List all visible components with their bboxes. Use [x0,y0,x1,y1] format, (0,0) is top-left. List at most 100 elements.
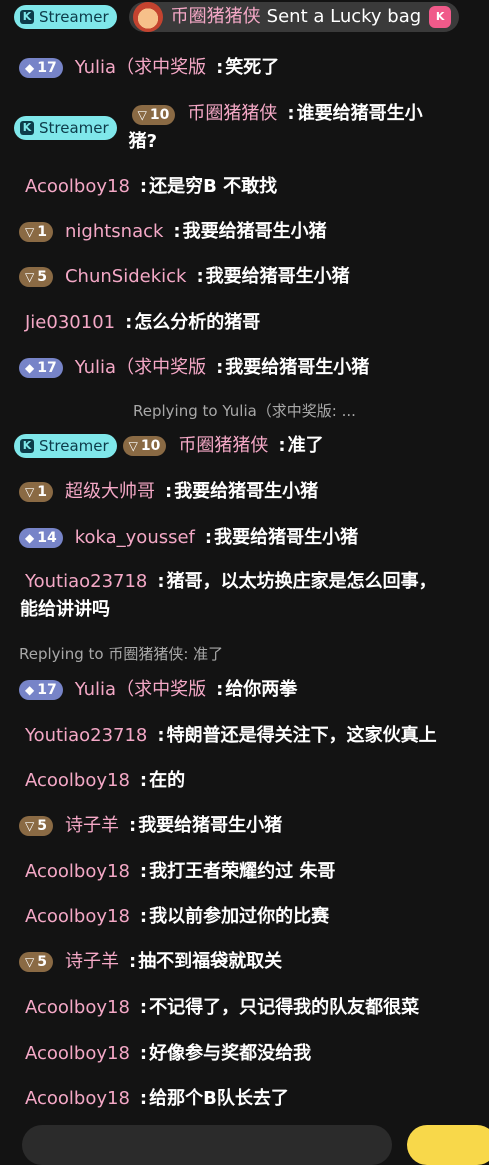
streamer-k-icon: K [20,439,34,453]
username[interactable]: 诗子羊 [65,948,119,976]
reply-context: Replying to Yulia（求中奖版: ... [0,400,489,422]
chat-feed: K Streamer 币圈猪猪侠 Sent a Lucky bag K ◆ 17 … [0,0,489,1143]
username[interactable]: 币圈猪猪侠 [178,432,268,460]
chat-message: Acoolboy18 : 在的 [0,767,489,795]
username[interactable]: Acoolboy18 [25,1040,130,1068]
username[interactable]: Acoolboy18 [25,173,130,201]
username[interactable]: Acoolboy18 [25,994,130,1022]
diamond-icon: ◆ [25,683,35,697]
message-text: 谁要给猪哥生小 [296,103,423,124]
diamond-icon: ◆ [25,361,35,375]
chat-message: ▽ 5 诗子羊 : 我要给猪哥生小猪 [0,812,489,840]
level-badge: ◆ 17 [19,358,63,378]
chat-message: ◆ 17 Yulia（求中奖版 : 我要给猪哥生小猪 [0,354,489,382]
streamer-label: Streamer [39,119,109,137]
chat-message: K Streamer ▽ 10 币圈猪猪侠 : 准了 [0,432,489,460]
chat-message: ▽ 5 ChunSidekick : 我要给猪哥生小猪 [0,263,489,291]
chat-message: ▽ 1 超级大帅哥 : 我要给猪哥生小猪 [0,478,489,506]
message-text: 特朗普还是得关注下，这家伙真上 [166,725,437,746]
chat-message: ◆ 17 Yulia（求中奖版 : 笑死了 [0,54,489,82]
lucky-bag-text: Sent a Lucky bag [266,6,422,27]
username[interactable]: Acoolboy18 [25,903,130,931]
message-text: 怎么分析的猪哥 [134,312,261,333]
username[interactable]: 币圈猪猪侠 [171,3,261,31]
reply-context: Replying to 币圈猪猪侠: 准了 [0,643,489,665]
diamond-icon: ◆ [25,61,35,75]
message-text: 笑死了 [225,57,280,78]
level-badge: ◆ 17 [19,680,63,700]
triangle-gem-icon: ▽ [137,108,147,122]
message-text: 准了 [287,435,324,456]
lucky-bag-pill[interactable]: 币圈猪猪侠 Sent a Lucky bag K [128,2,460,32]
chat-message: Jie030101 : 怎么分析的猪哥 [0,309,489,337]
chat-message: Acoolboy18 : 给那个B队长去了 [0,1085,489,1113]
lucky-bag-icon[interactable]: K [429,6,452,28]
streamer-badge: K Streamer [14,116,117,140]
chat-message: Acoolboy18 : 不记得了，只记得我的队友都很菜 [0,994,489,1022]
message-text: 好像参与奖都没给我 [149,1043,312,1064]
streamer-label: Streamer [39,8,109,26]
username[interactable]: 诗子羊 [65,812,119,840]
lucky-bag-message: K Streamer 币圈猪猪侠 Sent a Lucky bag K [0,2,489,32]
username[interactable]: Yulia（求中奖版 [75,54,206,82]
level-badge: ▽ 5 [19,267,53,287]
triangle-gem-icon: ▽ [25,955,35,969]
username[interactable]: nightsnack [65,218,163,246]
reply-text[interactable]: Replying to Yulia（求中奖版: ... [133,397,356,425]
username[interactable]: Youtiao23718 [25,571,147,592]
reply-text[interactable]: Replying to 币圈猪猪侠: 准了 [19,640,223,668]
triangle-gem-icon: ▽ [25,485,35,499]
streamer-label: Streamer [39,437,109,455]
chat-message: Acoolboy18 : 我以前参加过你的比赛 [0,903,489,931]
message-text: 在的 [149,770,186,791]
chat-message: ▽ 5 诗子羊 : 抽不到福袋就取关 [0,948,489,976]
diamond-icon: ◆ [25,531,35,545]
username[interactable]: Youtiao23718 [25,722,147,750]
message-text: 不记得了，只记得我的队友都很菜 [149,997,420,1018]
message-text: 抽不到福袋就取关 [138,951,283,972]
message-text: 我要给猪哥生小猪 [205,266,350,287]
chat-message: ◆ 17 Yulia（求中奖版 : 给你两拳 [0,676,489,704]
level-badge: ▽ 10 [131,105,176,125]
triangle-gem-icon: ▽ [25,225,35,239]
level-badge: ▽ 5 [19,952,53,972]
username[interactable]: Yulia（求中奖版 [75,354,206,382]
message-text: 我要给猪哥生小猪 [225,357,370,378]
chat-message: ◆ 14 koka_youssef : 我要给猪哥生小猪 [0,524,489,552]
chat-message: Acoolboy18 : 好像参与奖都没给我 [0,1040,489,1068]
message-text-continued: 猪? [128,131,158,152]
message-text-continued: 能给讲讲吗 [20,599,110,620]
level-badge: ▽ 10 [122,436,167,456]
chat-message: Acoolboy18 : 我打王者荣耀约过 朱哥 [0,858,489,886]
username[interactable]: Yulia（求中奖版 [75,676,206,704]
streamer-badge: K Streamer [14,5,117,29]
level-badge: ◆ 14 [19,528,63,548]
message-text: 给你两拳 [225,679,298,700]
level-badge: ▽ 5 [19,816,53,836]
chat-input[interactable] [22,1125,392,1165]
message-text: 我要给猪哥生小猪 [138,815,283,836]
username[interactable]: Jie030101 [25,309,115,337]
username[interactable]: 超级大帅哥 [65,478,155,506]
username[interactable]: koka_youssef [75,524,195,552]
username[interactable]: Acoolboy18 [25,1085,130,1113]
pig-avatar-icon [132,2,163,32]
triangle-gem-icon: ▽ [128,439,138,453]
chat-message: K Streamer ▽ 10 币圈猪猪侠: 谁要给猪哥生小 猪? [0,100,489,156]
username[interactable]: ChunSidekick [65,263,186,291]
send-button[interactable] [407,1125,489,1165]
level-badge: ◆ 17 [19,58,63,78]
username[interactable]: 币圈猪猪侠 [187,103,277,124]
chat-message: Acoolboy18 : 还是穷B 不敢找 [0,173,489,201]
message-text: 我要给猪哥生小猪 [182,221,327,242]
streamer-k-icon: K [20,121,34,135]
triangle-gem-icon: ▽ [25,270,35,284]
message-text: 还是穷B 不敢找 [149,176,278,197]
streamer-badge: K Streamer [14,434,117,458]
chat-message: Youtiao23718 : 特朗普还是得关注下，这家伙真上 [0,722,489,750]
chat-message: ▽ 1 nightsnack : 我要给猪哥生小猪 [0,218,489,246]
chat-message: Youtiao23718: 猪哥，以太坊换庄家是怎么回事， 能给讲讲吗 [20,571,437,620]
username[interactable]: Acoolboy18 [25,767,130,795]
level-badge: ▽ 1 [19,222,53,242]
username[interactable]: Acoolboy18 [25,858,130,886]
